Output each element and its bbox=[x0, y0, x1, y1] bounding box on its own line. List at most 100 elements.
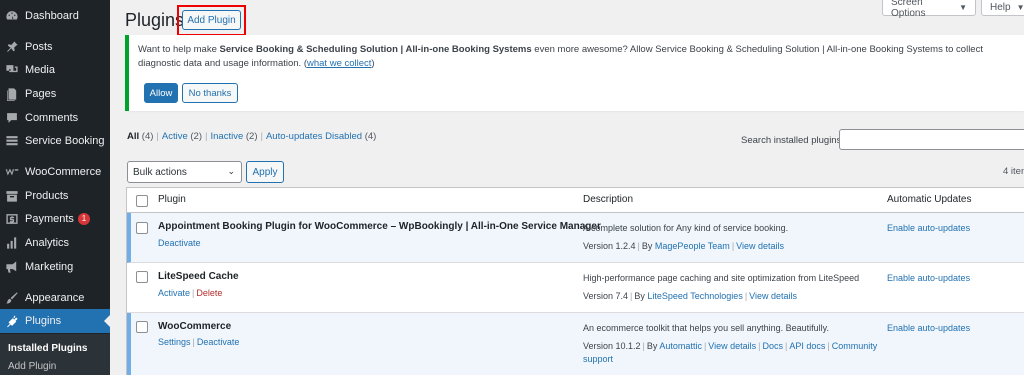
notice-text: Want to help make bbox=[138, 44, 220, 55]
plugin-description: High-performance page caching and site o… bbox=[583, 273, 860, 283]
plugins-table: Plugin Description Automatic Updates App… bbox=[126, 187, 1024, 375]
enable-auto-updates-link[interactable]: Enable auto-updates bbox=[887, 273, 970, 283]
author-link[interactable]: MagePeople Team bbox=[655, 241, 730, 251]
row-checkbox[interactable] bbox=[136, 222, 148, 234]
sidebar-item-posts[interactable]: Posts bbox=[0, 35, 110, 59]
sidebar-item-label: Comments bbox=[25, 112, 79, 124]
help-button[interactable]: Help ▼ bbox=[981, 0, 1024, 16]
sidebar-item-label: Media bbox=[25, 64, 55, 76]
by-label: By bbox=[641, 241, 653, 251]
sidebar-item-label: Posts bbox=[25, 41, 53, 53]
search-plugins-input[interactable] bbox=[839, 129, 1024, 150]
sidebar-item-label: Service Booking bbox=[25, 135, 105, 147]
separator: | bbox=[827, 341, 830, 351]
delete-link[interactable]: Delete bbox=[196, 288, 222, 298]
table-row: WooCommerce Settings | Deactivate An ecomm… bbox=[127, 313, 1024, 375]
enable-auto-updates-link[interactable]: Enable auto-updates bbox=[887, 323, 970, 333]
enable-auto-updates-link[interactable]: Enable auto-updates bbox=[887, 223, 970, 233]
separator: | bbox=[260, 131, 263, 142]
sidebar-item-media[interactable]: Media bbox=[0, 58, 110, 82]
plugin-name: WooCommerce bbox=[158, 321, 232, 332]
bulk-actions-select[interactable]: Bulk actions ⌄ bbox=[127, 161, 242, 183]
sidebar-item-products[interactable]: Products bbox=[0, 184, 110, 208]
no-thanks-button[interactable]: No thanks bbox=[182, 83, 238, 103]
docs-link[interactable]: Docs bbox=[763, 341, 784, 351]
allow-button[interactable]: Allow bbox=[144, 83, 178, 103]
screen-options-button[interactable]: Screen Options ▼ bbox=[882, 0, 976, 19]
sidebar-item-label: Payments bbox=[25, 213, 74, 225]
plugin-description: A complete solution for Any kind of serv… bbox=[583, 223, 789, 233]
plugin-meta: Version 1.2.4 | By MagePeople Team | View de… bbox=[583, 240, 784, 253]
by-label: By bbox=[634, 291, 645, 301]
sidebar-item-analytics[interactable]: Analytics bbox=[0, 231, 110, 255]
brush-icon bbox=[0, 291, 24, 305]
filter-all[interactable]: All bbox=[127, 131, 139, 142]
separator: | bbox=[192, 337, 195, 347]
sidebar-item-comments[interactable]: Comments bbox=[0, 106, 110, 130]
view-details-link[interactable]: View details bbox=[736, 241, 784, 251]
plugin-name: LiteSpeed Cache bbox=[158, 271, 239, 282]
sidebar-item-label: Marketing bbox=[25, 261, 74, 273]
bulk-actions-value: Bulk actions bbox=[133, 166, 187, 178]
sidebar-item-service-booking[interactable]: Service Booking bbox=[0, 129, 110, 153]
filter-auto-updates-disabled[interactable]: Auto-updates Disabled bbox=[266, 131, 362, 142]
column-plugin: Plugin bbox=[158, 194, 186, 205]
sidebar-item-woocommerce[interactable]: WooCommerce bbox=[0, 160, 110, 184]
list-icon bbox=[0, 134, 24, 148]
megaphone-icon bbox=[0, 260, 24, 274]
apply-button[interactable]: Apply bbox=[246, 161, 284, 183]
admin-sidebar: Dashboard Posts Media Pages Comments Ser… bbox=[0, 0, 110, 375]
screen-options-label: Screen Options bbox=[891, 0, 926, 19]
table-row: Appointment Booking Plugin for WooCommer… bbox=[127, 213, 1024, 263]
payments-count-badge: 1 bbox=[77, 213, 90, 225]
table-row: LiteSpeed Cache Activate | Delete High-per… bbox=[127, 263, 1024, 313]
what-we-collect-link[interactable]: what we collect bbox=[307, 58, 371, 69]
submenu-add-plugin[interactable]: Add Plugin bbox=[8, 361, 56, 372]
sidebar-item-label: WooCommerce bbox=[25, 166, 102, 178]
sidebar-item-label: Products bbox=[25, 190, 69, 202]
deactivate-link[interactable]: Deactivate bbox=[197, 337, 240, 347]
plugin-version: Version 10.1.2 bbox=[583, 341, 641, 351]
filter-active[interactable]: Active bbox=[162, 131, 188, 142]
settings-link[interactable]: Settings bbox=[158, 337, 191, 347]
view-details-link[interactable]: View details bbox=[749, 291, 797, 301]
row-checkbox[interactable] bbox=[136, 271, 148, 283]
sidebar-item-payments[interactable]: Payments 1 bbox=[0, 207, 110, 231]
separator: | bbox=[785, 341, 788, 351]
by-label: By bbox=[646, 341, 658, 351]
sidebar-item-dashboard[interactable]: Dashboard bbox=[0, 4, 110, 28]
select-all-checkbox[interactable] bbox=[136, 195, 148, 207]
api-docs-link[interactable]: API docs bbox=[789, 341, 825, 351]
row-checkbox[interactable] bbox=[136, 321, 148, 333]
author-link[interactable]: LiteSpeed Technologies bbox=[647, 291, 742, 301]
notice-text: ) bbox=[371, 58, 375, 69]
sidebar-item-label: Pages bbox=[25, 88, 57, 100]
separator: | bbox=[637, 241, 640, 251]
sidebar-item-plugins[interactable]: Plugins bbox=[0, 309, 110, 333]
sidebar-item-appearance[interactable]: Appearance bbox=[0, 286, 110, 310]
view-details-link[interactable]: View details bbox=[708, 341, 756, 351]
add-plugin-button[interactable]: Add Plugin bbox=[182, 10, 241, 30]
plugin-status-filters: All (4) | Active (2) | Inactive (2) | Auto-upd… bbox=[127, 131, 376, 142]
caret-down-icon: ▼ bbox=[959, 3, 967, 12]
filter-inactive[interactable]: Inactive bbox=[210, 131, 243, 142]
dashboard-icon bbox=[0, 9, 24, 23]
notice-plugin-name: Service Booking & Scheduling Solution | … bbox=[219, 44, 532, 55]
separator: | bbox=[630, 291, 633, 301]
tracking-notice: Want to help make Service Booking & Sche… bbox=[125, 35, 1024, 111]
table-header: Plugin Description Automatic Updates bbox=[127, 188, 1024, 213]
sidebar-item-pages[interactable]: Pages bbox=[0, 82, 110, 106]
plugin-icon bbox=[0, 314, 24, 328]
column-description: Description bbox=[583, 194, 634, 205]
notice-message: Want to help make Service Booking & Sche… bbox=[138, 43, 1024, 71]
sidebar-item-label: Plugins bbox=[25, 315, 62, 327]
filter-inactive-label: Inactive bbox=[210, 131, 244, 142]
submenu-installed-plugins[interactable]: Installed Plugins bbox=[8, 343, 87, 354]
plugin-description: An ecommerce toolkit that helps you sell… bbox=[583, 323, 829, 333]
comment-icon bbox=[0, 111, 24, 125]
sidebar-item-marketing[interactable]: Marketing bbox=[0, 255, 110, 279]
author-link[interactable]: Automattic bbox=[659, 341, 702, 351]
filter-all-count: (4) bbox=[141, 131, 154, 142]
activate-link[interactable]: Activate bbox=[158, 288, 190, 298]
deactivate-link[interactable]: Deactivate bbox=[158, 238, 201, 248]
